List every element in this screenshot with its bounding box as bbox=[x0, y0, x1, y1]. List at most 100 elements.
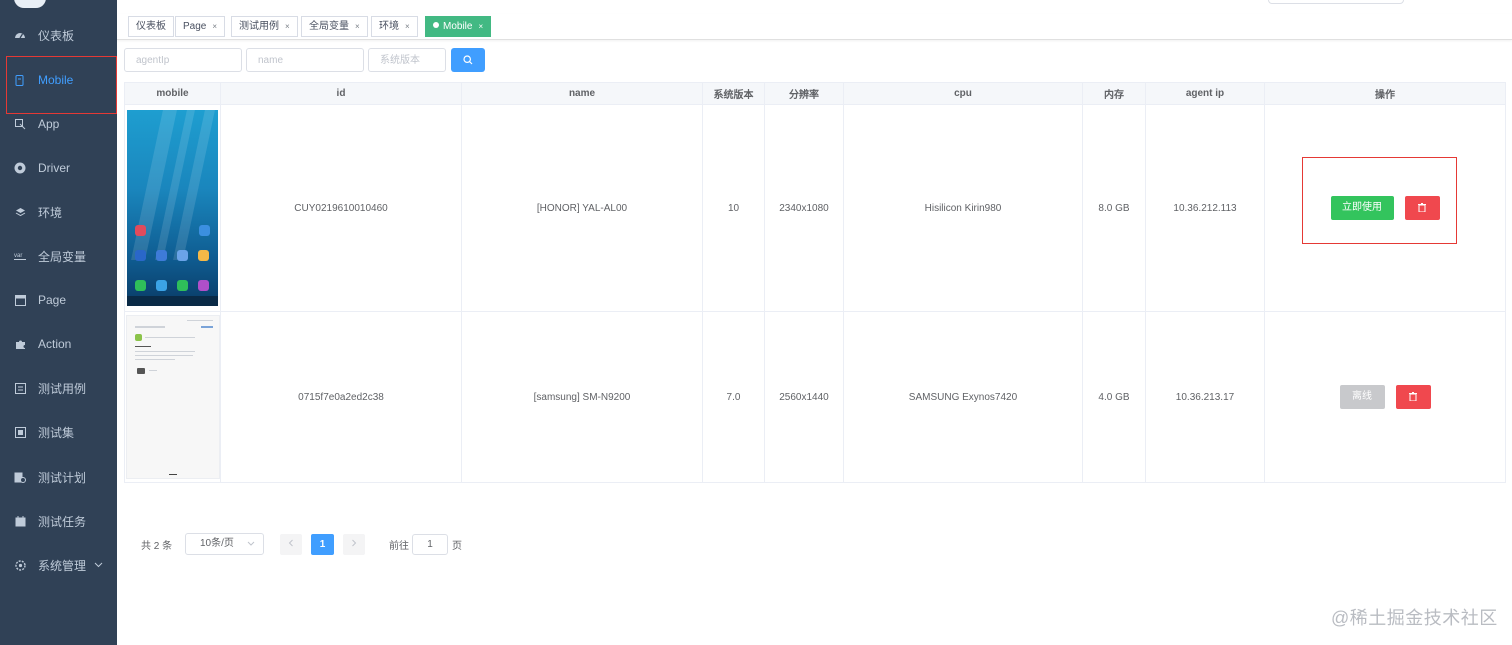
app-icon bbox=[14, 118, 26, 130]
device-screenshot bbox=[127, 110, 218, 306]
device-resolution: 2340x1080 bbox=[764, 104, 844, 312]
sidebar-item-label: 全局变量 bbox=[38, 249, 87, 264]
trash-icon bbox=[1418, 202, 1426, 213]
testplan-icon bbox=[14, 471, 26, 483]
tag-environment[interactable]: 环境 × bbox=[371, 16, 418, 37]
use-now-button[interactable]: 立即使用 bbox=[1330, 196, 1394, 220]
close-icon[interactable]: × bbox=[212, 22, 217, 31]
sidebar-item-label: Action bbox=[38, 337, 72, 351]
device-system-version: 10 bbox=[702, 104, 765, 312]
sidebar-item-label: 环境 bbox=[38, 205, 63, 220]
page-size-select[interactable]: 10条/页 bbox=[185, 533, 264, 555]
device-table: mobile id name 系统版本 分辨率 cpu 内存 agent ip … bbox=[124, 82, 1506, 483]
close-icon[interactable]: × bbox=[478, 22, 483, 31]
sidebar-item-testcase[interactable]: 测试用例 bbox=[0, 366, 117, 410]
delete-button[interactable] bbox=[1395, 385, 1431, 409]
sidebar-item-label: Driver bbox=[38, 161, 70, 175]
offline-button[interactable]: 离线 bbox=[1339, 385, 1385, 409]
tag-label: Mobile bbox=[443, 21, 473, 32]
sidebar-item-label: 仪表板 bbox=[38, 28, 75, 43]
device-resolution: 2560x1440 bbox=[764, 311, 844, 483]
sidebar-item-dashboard[interactable]: 仪表板 bbox=[0, 13, 117, 57]
column-header-id: id bbox=[220, 82, 462, 105]
tag-label: 测试用例 bbox=[239, 21, 279, 32]
logo bbox=[14, 0, 46, 8]
column-header-agent-ip: agent ip bbox=[1145, 82, 1265, 105]
device-actions: 离线 bbox=[1264, 311, 1506, 483]
device-id: 0715f7e0a2ed2c38 bbox=[220, 311, 462, 483]
table-header-row: mobile id name 系统版本 分辨率 cpu 内存 agent ip … bbox=[124, 82, 1506, 105]
tag-dashboard[interactable]: 仪表板 bbox=[128, 16, 174, 37]
tag-page[interactable]: Page × bbox=[175, 16, 226, 37]
sidebar-item-global-vars[interactable]: var 全局变量 bbox=[0, 234, 117, 278]
header-dropdown[interactable] bbox=[1268, 0, 1404, 4]
page-suffix-label: 页 bbox=[452, 540, 462, 552]
puzzle-icon bbox=[14, 338, 26, 350]
sidebar-item-label: Page bbox=[38, 293, 67, 307]
testsuite-icon bbox=[14, 426, 26, 438]
sidebar-item-testsuite[interactable]: 测试集 bbox=[0, 410, 117, 454]
device-id: CUY0219610010460 bbox=[220, 104, 462, 312]
column-header-mobile: mobile bbox=[124, 82, 221, 105]
close-icon[interactable]: × bbox=[285, 22, 290, 31]
var-icon: var bbox=[14, 250, 26, 262]
tag-global-vars[interactable]: 全局变量 × bbox=[301, 16, 368, 37]
search-button[interactable] bbox=[451, 48, 485, 72]
close-icon[interactable]: × bbox=[355, 22, 360, 31]
watermark: @稀土掘金技术社区 bbox=[1331, 608, 1498, 628]
layers-icon bbox=[14, 206, 26, 218]
device-screenshot-cell bbox=[124, 104, 221, 312]
chevron-right-icon bbox=[352, 539, 357, 547]
tag-label: Page bbox=[183, 21, 207, 32]
sidebar-item-system[interactable]: 系统管理 bbox=[0, 543, 117, 587]
device-system-version: 7.0 bbox=[702, 311, 765, 483]
sidebar-item-label: 测试任务 bbox=[38, 514, 87, 529]
sidebar-item-label: 测试集 bbox=[38, 425, 75, 440]
tag-label: 仪表板 bbox=[136, 21, 166, 32]
pagination-total: 共 2 条 bbox=[141, 540, 173, 552]
page-size-value: 10条/页 bbox=[200, 538, 234, 549]
sidebar-item-page[interactable]: Page bbox=[0, 278, 117, 322]
sidebar-item-label: Mobile bbox=[38, 73, 74, 87]
agent-ip-input[interactable] bbox=[124, 48, 242, 72]
gear-icon bbox=[14, 559, 26, 571]
sidebar-item-driver[interactable]: Driver bbox=[0, 146, 117, 190]
sidebar-item-environment[interactable]: 环境 bbox=[0, 190, 117, 234]
app-root: 仪表板 Mobile App Driver 环境 var 全局变量 Page A… bbox=[0, 0, 1512, 645]
device-cpu: Hisilicon Kirin980 bbox=[843, 104, 1083, 312]
tag-testcase[interactable]: 测试用例 × bbox=[231, 16, 298, 37]
sidebar-item-label: App bbox=[38, 117, 60, 131]
next-page-button[interactable] bbox=[343, 534, 365, 555]
prev-page-button[interactable] bbox=[280, 534, 302, 555]
system-version-input[interactable] bbox=[368, 48, 446, 72]
table-row: CUY0219610010460 [HONOR] YAL-AL00 10 234… bbox=[124, 104, 1506, 312]
testcase-icon bbox=[14, 382, 26, 394]
sidebar-item-task[interactable]: 测试任务 bbox=[0, 499, 117, 543]
mobile-icon bbox=[14, 74, 26, 86]
sidebar-item-mobile[interactable]: Mobile bbox=[0, 58, 117, 102]
table-row: 0715f7e0a2ed2c38 [samsung] SM-N9200 7.0 … bbox=[124, 311, 1506, 483]
device-screenshot bbox=[125, 315, 220, 479]
column-header-cpu: cpu bbox=[843, 82, 1083, 105]
name-input[interactable] bbox=[246, 48, 364, 72]
goto-label: 前往 bbox=[389, 540, 409, 552]
sidebar-item-app[interactable]: App bbox=[0, 102, 117, 146]
tag-label: 全局变量 bbox=[309, 21, 349, 32]
device-screenshot-cell bbox=[124, 311, 221, 483]
svg-text:var: var bbox=[14, 253, 22, 259]
tag-mobile[interactable]: Mobile × bbox=[425, 16, 492, 37]
sidebar-item-testplan[interactable]: 测试计划 bbox=[0, 455, 117, 499]
goto-page-input[interactable] bbox=[412, 534, 448, 555]
column-header-actions: 操作 bbox=[1264, 82, 1506, 105]
column-header-system-version: 系统版本 bbox=[702, 82, 765, 105]
sidebar-item-label: 系统管理 bbox=[38, 558, 87, 573]
close-icon[interactable]: × bbox=[405, 22, 410, 31]
device-agent-ip: 10.36.213.17 bbox=[1145, 311, 1265, 483]
device-name: [HONOR] YAL-AL00 bbox=[461, 104, 703, 312]
sidebar-item-action[interactable]: Action bbox=[0, 322, 117, 366]
column-header-memory: 内存 bbox=[1082, 82, 1146, 105]
device-memory: 4.0 GB bbox=[1082, 311, 1146, 483]
column-header-resolution: 分辨率 bbox=[764, 82, 844, 105]
page-number-1[interactable]: 1 bbox=[311, 534, 334, 555]
delete-button[interactable] bbox=[1404, 196, 1440, 220]
